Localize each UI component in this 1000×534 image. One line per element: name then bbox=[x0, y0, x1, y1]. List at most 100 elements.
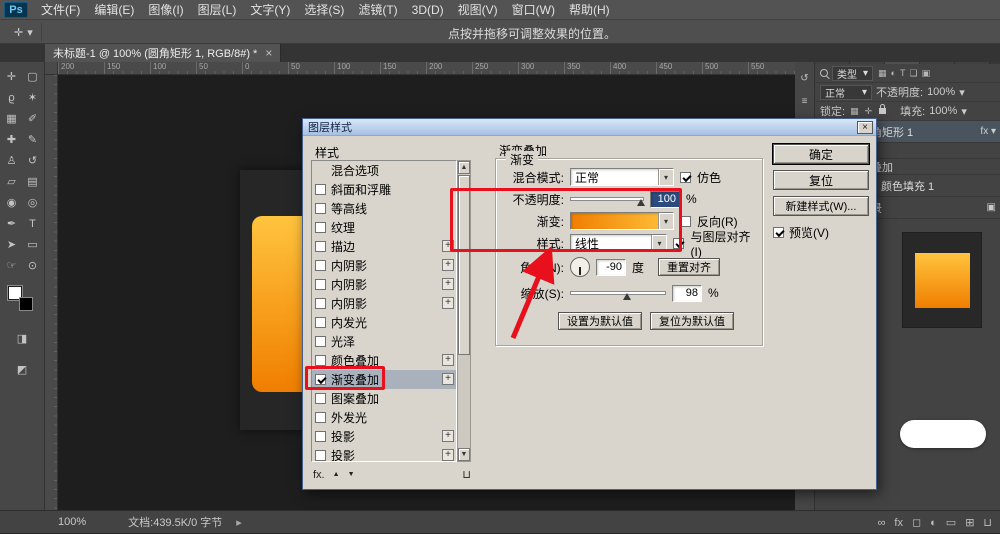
history-panel-icon[interactable]: ↺ bbox=[800, 73, 808, 84]
style-list-item[interactable]: 内阴影 + bbox=[312, 256, 456, 275]
gradient-tool-icon[interactable]: ▤ bbox=[22, 171, 43, 192]
style-enable-checkbox[interactable] bbox=[315, 336, 326, 347]
layer-badge[interactable]: fx ▾ bbox=[980, 126, 996, 137]
scale-slider-thumb[interactable] bbox=[622, 293, 631, 300]
layer-badge[interactable]: ▣ bbox=[987, 202, 996, 213]
pen-tool-icon[interactable]: ✒ bbox=[1, 213, 22, 234]
zoom-tool-icon[interactable]: ⊙ bbox=[22, 255, 43, 276]
clone-stamp-tool-icon[interactable]: ♙ bbox=[1, 150, 22, 171]
status-arrow-icon[interactable]: ▸ bbox=[236, 516, 242, 529]
fill-value[interactable]: 100% bbox=[929, 105, 957, 117]
style-enable-checkbox[interactable] bbox=[315, 222, 326, 233]
style-enable-checkbox[interactable] bbox=[315, 241, 326, 252]
close-tab-icon[interactable]: × bbox=[265, 47, 272, 59]
style-list-item[interactable]: 混合选项 + bbox=[312, 161, 456, 180]
properties-panel-icon[interactable]: ≡ bbox=[802, 96, 808, 107]
dialog-close-button[interactable]: × bbox=[857, 121, 873, 134]
delete-effect-icon[interactable]: ⊔ bbox=[462, 468, 471, 481]
new-layer-icon[interactable]: ⊞ bbox=[965, 516, 974, 529]
dodge-tool-icon[interactable]: ◎ bbox=[22, 192, 43, 213]
scale-input[interactable]: 98 bbox=[672, 284, 702, 302]
layer-style-icon[interactable]: fx bbox=[894, 517, 903, 529]
tool-preset-chip[interactable]: ✛ ▾ bbox=[6, 23, 42, 41]
document-tab[interactable]: 未标题-1 @ 100% (圆角矩形 1, RGB/8#) * × bbox=[45, 44, 282, 62]
shape-tool-icon[interactable]: ▭ bbox=[22, 234, 43, 255]
lock-position-icon[interactable]: ✛ bbox=[864, 106, 874, 117]
background-color-swatch[interactable] bbox=[19, 297, 33, 311]
scroll-up-icon[interactable]: ▲ bbox=[458, 161, 470, 174]
blend-mode-select[interactable]: 正常 ▾ bbox=[570, 168, 674, 186]
style-list-item[interactable]: 光泽 + bbox=[312, 332, 456, 351]
layer-mask-icon[interactable]: ◻ bbox=[912, 516, 921, 529]
style-enable-checkbox[interactable] bbox=[315, 184, 326, 195]
menu-item[interactable]: 文件(F) bbox=[34, 0, 87, 20]
new-style-button[interactable]: 新建样式(W)... bbox=[773, 196, 869, 216]
menu-item[interactable]: 图像(I) bbox=[141, 0, 190, 20]
style-list-item[interactable]: 等高线 + bbox=[312, 199, 456, 218]
adjustment-layer-icon[interactable]: ◐ bbox=[930, 517, 937, 529]
link-layers-icon[interactable]: ∞ bbox=[878, 517, 886, 529]
scale-slider[interactable] bbox=[570, 291, 666, 300]
type-tool-icon[interactable]: T bbox=[22, 213, 43, 234]
style-enable-checkbox[interactable] bbox=[315, 355, 326, 366]
style-expand-button[interactable]: + bbox=[442, 449, 454, 461]
type-filter-icon[interactable]: T bbox=[899, 68, 907, 79]
style-list-item[interactable]: 斜面和浮雕 + bbox=[312, 180, 456, 199]
scroll-down-icon[interactable]: ▼ bbox=[458, 448, 470, 461]
hand-tool-icon[interactable]: ☞ bbox=[1, 255, 22, 276]
style-list-item[interactable]: 描边 + bbox=[312, 237, 456, 256]
style-expand-button[interactable]: + bbox=[442, 297, 454, 309]
move-effect-up-icon[interactable]: ▲ bbox=[333, 471, 340, 478]
dither-checkbox[interactable] bbox=[680, 171, 691, 183]
style-list-item[interactable]: 内阴影 + bbox=[312, 275, 456, 294]
style-enable-checkbox[interactable] bbox=[315, 279, 326, 290]
quick-mask-icon[interactable]: ◨ bbox=[17, 328, 27, 349]
pixel-filter-icon[interactable]: ▦ bbox=[877, 68, 888, 79]
smart-object-filter-icon[interactable]: ▣ bbox=[921, 68, 932, 79]
eyedropper-tool-icon[interactable]: ✐ bbox=[22, 108, 43, 129]
move-effect-down-icon[interactable]: ▼ bbox=[348, 471, 355, 478]
style-enable-checkbox[interactable] bbox=[315, 393, 326, 404]
dialog-titlebar[interactable]: 图层样式 bbox=[303, 119, 876, 136]
quick-select-tool-icon[interactable]: ✶ bbox=[22, 87, 43, 108]
lock-transparency-icon[interactable]: ▦ bbox=[849, 106, 860, 117]
style-enable-checkbox[interactable] bbox=[315, 317, 326, 328]
menu-item[interactable]: 图层(L) bbox=[191, 0, 244, 20]
lock-all-icon[interactable] bbox=[879, 104, 887, 114]
menu-item[interactable]: 滤镜(T) bbox=[351, 0, 404, 20]
style-expand-button[interactable]: + bbox=[442, 259, 454, 271]
move-tool-icon[interactable]: ✛ bbox=[1, 66, 22, 87]
angle-input[interactable]: -90 bbox=[596, 258, 626, 276]
style-expand-button[interactable]: + bbox=[442, 430, 454, 442]
style-enable-checkbox[interactable] bbox=[315, 260, 326, 271]
style-list-item[interactable]: 纹理 + bbox=[312, 218, 456, 237]
style-enable-checkbox[interactable] bbox=[315, 412, 326, 423]
menu-item[interactable]: 帮助(H) bbox=[562, 0, 617, 20]
style-enable-checkbox[interactable] bbox=[315, 203, 326, 214]
menu-item[interactable]: 视图(V) bbox=[451, 0, 505, 20]
filter-type-dropdown[interactable]: 类型 ▾ bbox=[832, 65, 874, 81]
screen-mode-icon[interactable]: ◩ bbox=[17, 359, 27, 380]
zoom-level[interactable]: 100% bbox=[58, 516, 86, 528]
add-effect-button[interactable]: fx. bbox=[313, 469, 325, 481]
preview-checkbox[interactable] bbox=[773, 227, 784, 238]
shape-filter-icon[interactable]: ❏ bbox=[908, 68, 918, 79]
path-select-tool-icon[interactable]: ➤ bbox=[1, 234, 22, 255]
menu-item[interactable]: 文字(Y) bbox=[243, 0, 297, 20]
menu-item[interactable]: 选择(S) bbox=[297, 0, 351, 20]
style-enable-checkbox[interactable] bbox=[315, 431, 326, 442]
delete-layer-icon[interactable]: ⊔ bbox=[983, 516, 992, 529]
style-list-item[interactable]: 投影 + bbox=[312, 446, 456, 461]
layer-group-icon[interactable]: ▭ bbox=[946, 516, 956, 529]
menu-item[interactable]: 3D(D) bbox=[405, 0, 451, 20]
style-list-item[interactable]: 图案叠加 + bbox=[312, 389, 456, 408]
style-expand-button[interactable]: + bbox=[442, 278, 454, 290]
style-enable-checkbox[interactable] bbox=[315, 450, 326, 461]
ok-button[interactable]: 确定 bbox=[772, 143, 870, 165]
eraser-tool-icon[interactable]: ▱ bbox=[1, 171, 22, 192]
opacity-value[interactable]: 100% bbox=[927, 86, 955, 98]
marquee-tool-icon[interactable]: ▢ bbox=[22, 66, 43, 87]
lasso-tool-icon[interactable]: ϱ bbox=[1, 87, 22, 108]
brush-tool-icon[interactable]: ✎ bbox=[22, 129, 43, 150]
blur-tool-icon[interactable]: ◉ bbox=[1, 192, 22, 213]
